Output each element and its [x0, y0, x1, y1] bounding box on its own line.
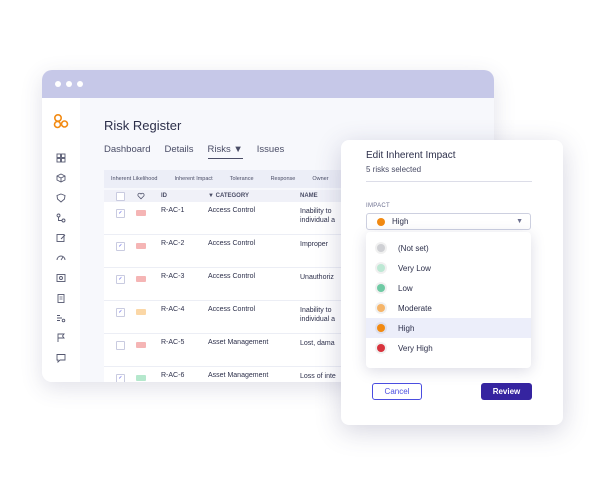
risk-id: R-AC-5 — [161, 339, 185, 346]
impact-option[interactable]: (Not set) — [366, 238, 531, 258]
risk-level-badge — [136, 342, 146, 348]
impact-select[interactable]: High ▼ — [366, 213, 531, 230]
subtab-owner[interactable]: Owner — [312, 176, 328, 182]
risk-name: Inability to individual a — [300, 208, 336, 224]
logo-icon[interactable] — [53, 113, 69, 129]
impact-color-dot — [377, 284, 385, 292]
risk-name: Inability to individual a — [300, 307, 336, 323]
flag-icon[interactable] — [56, 333, 66, 343]
sidebar — [42, 98, 81, 382]
page-title: Risk Register — [104, 118, 182, 133]
column-header-name[interactable]: NAME — [300, 192, 340, 201]
risk-level-badge — [136, 243, 146, 249]
impact-color-dot — [377, 324, 385, 332]
modal-title: Edit Inherent Impact — [366, 150, 456, 161]
impact-color-dot — [377, 244, 385, 252]
risk-category: Asset Management — [208, 372, 269, 379]
impact-option[interactable]: Very Low — [366, 258, 531, 278]
tab-bar: Dashboard Details Risks ▼ Issues — [104, 144, 284, 159]
risk-id: R-AC-3 — [161, 273, 185, 280]
workflow-icon[interactable] — [56, 213, 66, 223]
window-dot[interactable] — [77, 81, 83, 87]
tab-details[interactable]: Details — [164, 144, 193, 159]
select-all-checkbox[interactable] — [116, 192, 125, 201]
risk-category: Access Control — [208, 306, 256, 313]
risk-id: R-AC-4 — [161, 306, 185, 313]
impact-option-label: (Not set) — [398, 243, 429, 253]
impact-option-label: Low — [398, 283, 413, 293]
impact-option-label: Very Low — [398, 263, 431, 273]
impact-option-label: High — [398, 323, 415, 333]
risk-category: Access Control — [208, 207, 256, 214]
edit-impact-modal: Edit Inherent Impact 5 risks selected IM… — [341, 140, 563, 425]
risk-id: R-AC-6 — [161, 372, 185, 379]
column-header-category[interactable]: ▼ CATEGORY — [208, 193, 249, 199]
impact-color-dot — [377, 264, 385, 272]
impact-dropdown: (Not set) Very Low Low Moderate High Very Hig… — [366, 232, 531, 368]
cube-icon[interactable] — [56, 173, 66, 183]
tab-risks[interactable]: Risks ▼ — [207, 144, 243, 159]
clipboard-icon[interactable] — [56, 293, 66, 303]
impact-color-dot — [377, 217, 385, 226]
subtab-tolerance[interactable]: Tolerance — [230, 176, 254, 182]
column-header-id[interactable]: ID — [161, 193, 167, 199]
window-dot[interactable] — [66, 81, 72, 87]
risk-category: Access Control — [208, 240, 256, 247]
gauge-icon[interactable] — [56, 253, 66, 263]
list-icon[interactable] — [56, 313, 66, 323]
risk-name: Improper — [300, 241, 329, 248]
subtab-response[interactable]: Response — [271, 176, 296, 182]
image-icon[interactable] — [56, 273, 66, 283]
chevron-down-icon[interactable]: ▼ — [516, 218, 523, 225]
subtab-inherent-impact[interactable]: Inherent Impact — [174, 176, 212, 182]
risk-id: R-AC-2 — [161, 240, 185, 247]
heart-icon — [137, 192, 145, 200]
row-checkbox[interactable]: ✓ — [116, 242, 125, 251]
subtab-inherent-likelihood[interactable]: Inherent Likelihood — [111, 176, 157, 182]
impact-label: IMPACT — [366, 203, 391, 209]
edit-icon[interactable] — [56, 233, 66, 243]
tab-issues[interactable]: Issues — [257, 144, 284, 159]
risk-level-badge — [136, 210, 146, 216]
window-dot[interactable] — [55, 81, 61, 87]
row-checkbox[interactable]: ✓ — [116, 308, 125, 317]
impact-selected-value: High — [392, 217, 409, 226]
impact-option[interactable]: Low — [366, 278, 531, 298]
risk-category: Access Control — [208, 273, 256, 280]
risk-name: Loss of inte — [300, 373, 336, 380]
divider — [366, 181, 532, 182]
impact-option-label: Moderate — [398, 303, 432, 313]
chat-icon[interactable] — [56, 353, 66, 363]
dashboard-icon[interactable] — [56, 153, 66, 163]
risk-name: Unauthoriz — [300, 274, 334, 281]
risk-name: Lost, dama — [300, 340, 335, 347]
risk-category: Asset Management — [208, 339, 269, 346]
row-checkbox[interactable]: ✓ — [116, 209, 125, 218]
risk-level-badge — [136, 309, 146, 315]
row-checkbox[interactable]: ✓ — [116, 275, 125, 284]
risk-id: R-AC-1 — [161, 207, 185, 214]
impact-option[interactable]: Very High — [366, 338, 531, 358]
row-checkbox[interactable]: ✓ — [116, 374, 125, 382]
impact-option[interactable]: High — [366, 318, 531, 338]
risk-level-badge — [136, 276, 146, 282]
modal-subtitle: 5 risks selected — [366, 165, 422, 174]
impact-color-dot — [377, 344, 385, 352]
shield-icon[interactable] — [56, 193, 66, 203]
tab-dashboard[interactable]: Dashboard — [104, 144, 150, 159]
row-checkbox[interactable] — [116, 341, 125, 350]
impact-option[interactable]: Moderate — [366, 298, 531, 318]
cancel-button[interactable]: Cancel — [372, 383, 422, 400]
window-titlebar — [42, 70, 494, 98]
impact-option-label: Very High — [398, 343, 433, 353]
impact-color-dot — [377, 304, 385, 312]
risk-level-badge — [136, 375, 146, 381]
review-button[interactable]: Review — [481, 383, 532, 400]
